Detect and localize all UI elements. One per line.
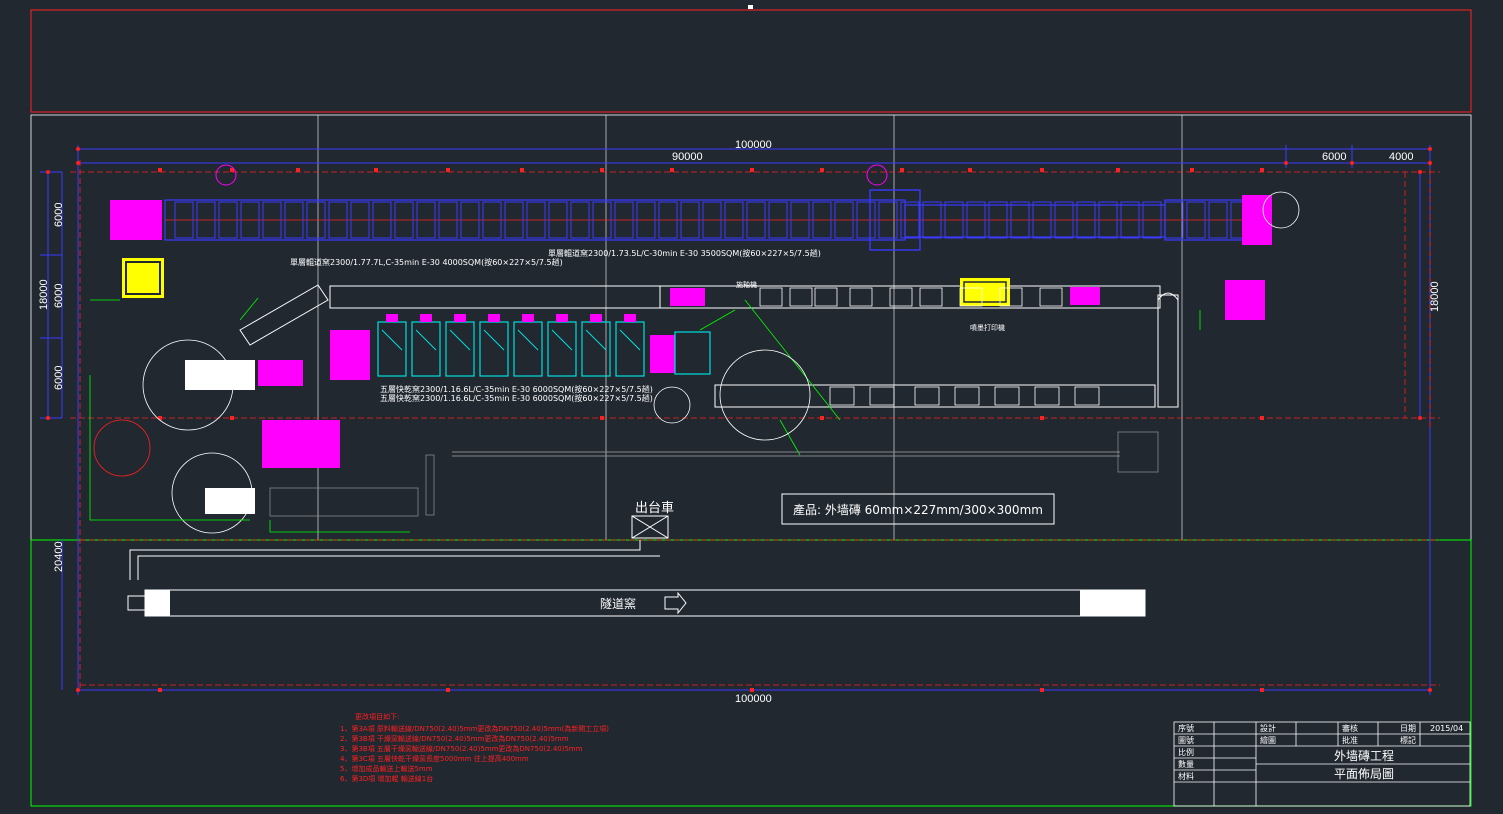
dim-left-c: 6000 [53,366,65,390]
station-lower [914,386,940,406]
tb-qty: 數量 [1178,759,1194,769]
rack-left-a [258,360,303,386]
press-a [185,360,255,390]
dim-right-total: 18000 [1429,281,1441,312]
dryer-spec-b: 五層快乾窯2300/1.16.6L/C-35min E-30 6000SQM(按… [380,393,653,403]
dryer-pusher [556,314,568,322]
notes-title: 更改項目如下: [355,712,399,721]
exit-cart-label: 出台車 [635,501,674,516]
dryer-pusher [624,314,636,322]
dimension-lines [40,145,1431,695]
tb-date-value: 2015/04 [1430,724,1463,733]
tb-date: 日期 [1400,724,1416,733]
dryer-pusher [488,314,500,322]
press-b [205,488,255,514]
tb-approve: 批准 [1342,735,1358,745]
diagonal-conveyor [239,284,329,346]
station-lower [829,386,855,406]
kiln-direction-arrow-icon [664,591,687,615]
note-item: 1、第3A項 原料輸送線/DN750(2.40)5mm更改為DN750(2.40… [340,724,609,733]
station-upper [889,287,913,307]
tb-project: 外墙磚工程 [1334,748,1394,763]
tb-material: 材料 [1178,771,1194,781]
note-item: 3、第3B項 五層干燥窯輸送線/DN750(2.40)5mm更改為DN750(2… [340,744,583,753]
inkjet-label: 噴墨打印機 [970,323,1005,332]
tb-review: 審核 [1342,723,1358,733]
dim-top-r1: 6000 [1322,151,1346,163]
station-lower [954,386,980,406]
kiln-line [164,199,1246,241]
main-viewport-frame [30,114,1472,541]
dim-left-total: 18000 [38,279,50,310]
tb-serial: 序號 [1178,723,1194,733]
note-item: 4、第3C項 五層快乾干燥窯長度5000mm 往上提高400mm [340,754,529,763]
tb-drawing-title: 平面佈局圖 [1334,766,1394,781]
dryer-diagonal [483,329,505,351]
dim-left-lower: 20400 [53,541,65,572]
title-block [1173,721,1471,807]
dryer-spec-a: 五層快乾窯2300/1.16.6L/C-35min E-30 6000SQM(按… [380,384,653,394]
notes-list: 1、第3A項 原料輸送線/DN750(2.40)5mm更改為DN750(2.40… [340,724,609,783]
dryer-rack-out [650,335,675,373]
station-upper [919,287,943,307]
kiln-exit-rack [1242,195,1272,245]
dryer-pusher [590,314,602,322]
dryer-diagonal [585,329,607,351]
station-lower [1074,386,1100,406]
press-machine [122,258,164,298]
dryer-diagonal [517,329,539,351]
dryer-pusher [386,314,398,322]
dryer-rack-in [330,330,370,380]
connections [89,297,1201,533]
kiln-spec-b: 單層輥道窯2300/1.77.7L,C-35min E-30 4000SQM(按… [290,257,563,267]
product-label: 產品: 外墙磚 60mm×227mm/300×300mm [793,502,1043,517]
dryer-area [377,314,645,377]
dim-bottom-total: 100000 [735,693,772,705]
dryer-diagonal [551,329,573,351]
dryer-block-left [262,420,340,468]
dim-top-main: 90000 [672,151,703,163]
station-upper [849,287,873,307]
tb-drawing-no: 圖號 [1178,735,1194,745]
tunnel-kiln-label: 隧道窯 [600,596,636,611]
tunnel-kiln [144,589,1146,617]
kiln-entry-rack [110,200,162,240]
station-lower [1034,386,1060,406]
dryer-pusher [454,314,466,322]
dimension-ticks [46,147,1432,692]
station-upper [759,287,783,307]
dryer-diagonal [449,329,471,351]
dim-top-total: 100000 [735,139,772,151]
dim-left-a: 6000 [53,203,65,227]
dim-top-r2: 4000 [1389,151,1413,163]
station-lower [994,386,1020,406]
note-item: 5、增加成品輸送上輸送5mm [340,764,433,773]
dryer-pusher [420,314,432,322]
tb-mark: 標記 [1400,735,1416,745]
dryer-pusher [522,314,534,322]
glaze-label: 施釉機 [736,280,757,289]
dim-left-b: 6000 [53,284,65,308]
layout-drawing: 100000 90000 6000 4000 100000 18000 6000… [30,5,1472,807]
tb-design: 設計 [1260,723,1276,733]
note-item: 6、第3D項 增加輥 輸送線1台 [340,774,433,783]
station-upper [789,287,813,307]
stations [759,287,1100,406]
upper-frame [30,9,1472,113]
rack-right [1225,280,1265,320]
station-lower [869,386,895,406]
lower-frame [30,539,1472,807]
station-upper [814,287,838,307]
dryer-diagonal [415,329,437,351]
note-item: 2、第3B項 干燥窯輸送線/DN750(2.40)5mm更改為DN750(2.4… [340,734,569,743]
dryer-diagonal [619,329,641,351]
tb-scale: 比例 [1178,747,1194,757]
kiln-spec-a: 單層輥道窯2300/1.73.5L/C-30min E-30 3500SQM(按… [548,248,821,258]
tb-drawn: 繪圖 [1260,735,1276,745]
station-upper [1039,287,1063,307]
dryer-diagonal [381,329,403,351]
